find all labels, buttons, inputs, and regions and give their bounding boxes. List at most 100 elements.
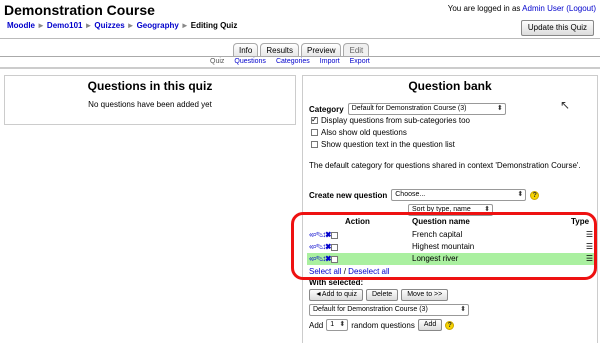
breadcrumb-separator: ►: [126, 21, 135, 30]
select-links: Select all / Deselect all: [309, 267, 390, 276]
tab-bar: Info Results Preview Edit: [233, 43, 371, 57]
subtab-quiz[interactable]: Quiz: [210, 58, 224, 65]
question-text-checkbox[interactable]: [311, 141, 318, 148]
tab-edit[interactable]: Edit: [343, 43, 370, 57]
subcategories-label: Display questions from sub-categories to…: [321, 116, 470, 125]
breadcrumb-separator: ►: [37, 21, 45, 30]
question-actions: «⌕✎↕✖: [309, 230, 339, 240]
question-name: Highest mountain: [412, 242, 475, 251]
option-subcategories[interactable]: Display questions from sub-categories to…: [311, 115, 470, 125]
move-category-value: Default for Demonstration Course (3): [313, 306, 428, 313]
sort-value: Sort by type, name: [412, 206, 471, 213]
bulk-action-buttons: ◄Add to quiz Delete Move to >>: [309, 289, 449, 301]
login-info: You are logged in as Admin User (Logout): [448, 4, 596, 13]
question-select-checkbox[interactable]: [331, 243, 339, 251]
user-link[interactable]: Admin User: [522, 4, 564, 13]
breadcrumb-quizzes[interactable]: Quizzes: [94, 21, 124, 30]
question-name: French capital: [412, 230, 463, 239]
column-type: Type: [571, 217, 590, 226]
option-old-questions[interactable]: Also show old questions: [311, 128, 407, 137]
question-actions: «⌕✎↕✖: [309, 242, 339, 252]
question-type-icon: ☰: [585, 242, 593, 251]
breadcrumb-separator: ►: [84, 21, 93, 30]
breadcrumb: Moodle ► Demo101 ► Quizzes ► Geography ► Editing…: [7, 21, 237, 30]
random-count-value: 1: [330, 321, 335, 328]
add-random-row: Add 1 ⬍ random questions Add ?: [309, 319, 455, 331]
subcategories-checkbox[interactable]: [311, 115, 318, 124]
breadcrumb-separator: ►: [180, 21, 189, 30]
question-row[interactable]: «⌕✎↕✖ Highest mountain ☰: [307, 241, 595, 253]
no-questions-message: No questions have been added yet: [88, 100, 212, 109]
column-question-name: Question name: [412, 217, 470, 226]
breadcrumb-moodle[interactable]: Moodle: [7, 21, 35, 30]
tab-results[interactable]: Results: [260, 43, 300, 57]
mouse-cursor-icon: ↖: [560, 98, 571, 112]
site-title: Demonstration Course: [4, 2, 155, 18]
column-action: Action: [345, 217, 370, 226]
chevron-down-icon: ⬍: [517, 191, 524, 198]
chevron-down-icon: ⬍: [484, 206, 490, 213]
tab-preview[interactable]: Preview: [301, 43, 342, 57]
option-question-text[interactable]: Show question text in the question list: [311, 140, 455, 149]
question-bank-title: Question bank: [408, 79, 492, 93]
question-bank-panel: Question bank Category Default for Demon…: [302, 75, 598, 343]
old-questions-label: Also show old questions: [321, 128, 407, 137]
category-value: Default for Demonstration Course (3): [351, 105, 467, 112]
subtab-categories[interactable]: Categories: [276, 58, 310, 65]
question-text-label: Show question text in the question list: [321, 140, 455, 149]
question-row[interactable]: «⌕✎↕✖ Longest river ☰: [307, 253, 595, 265]
question-actions: «⌕✎↕✖: [309, 254, 339, 264]
select-all-link[interactable]: Select all: [309, 267, 341, 276]
question-action-icons[interactable]: «⌕✎↕✖: [309, 242, 331, 252]
subtab-bar: Quiz Questions Categories Import Export: [210, 58, 370, 65]
move-to-button[interactable]: Move to >>: [401, 289, 449, 301]
question-row[interactable]: «⌕✎↕✖ French capital ☰: [307, 229, 595, 241]
question-name: Longest river: [412, 254, 459, 263]
help-icon[interactable]: ?: [530, 190, 540, 200]
subtab-export[interactable]: Export: [350, 58, 370, 65]
create-question-label: Create new question: [309, 190, 388, 200]
category-label: Category: [309, 104, 344, 114]
help-icon[interactable]: ?: [445, 320, 455, 330]
question-action-icons[interactable]: «⌕✎↕✖: [309, 230, 331, 240]
chevron-down-icon: ⬍: [460, 306, 466, 313]
logout-link[interactable]: (Logout): [566, 4, 596, 13]
category-select[interactable]: Default for Demonstration Course (3) ⬍: [347, 103, 506, 115]
header-divider: [0, 38, 600, 39]
question-select-checkbox[interactable]: [331, 231, 339, 239]
delete-button[interactable]: Delete: [365, 289, 399, 301]
create-question-row: Create new question Choose... ⬍ ?: [309, 189, 540, 201]
subtab-divider: [0, 67, 600, 69]
chevron-down-icon: ⬍: [339, 321, 346, 328]
breadcrumb-quiz[interactable]: Geography: [137, 21, 179, 30]
quiz-questions-title: Questions in this quiz: [87, 79, 213, 93]
category-description: The default category for questions share…: [309, 161, 581, 170]
quiz-questions-panel: Questions in this quiz No questions have…: [4, 75, 296, 125]
with-selected-label: With selected:: [309, 278, 364, 287]
breadcrumb-current: Editing Quiz: [190, 21, 238, 30]
update-quiz-button[interactable]: Update this Quiz: [520, 20, 594, 36]
move-category-select[interactable]: Default for Demonstration Course (3) ⬍: [309, 304, 469, 316]
add-random-button[interactable]: Add: [417, 319, 443, 331]
login-prefix: You are logged in as: [447, 4, 521, 13]
random-questions-label: random questions: [351, 320, 415, 330]
subtab-questions[interactable]: Questions: [234, 58, 266, 65]
chevron-down-icon: ⬍: [496, 105, 503, 112]
old-questions-checkbox[interactable]: [311, 129, 318, 136]
question-type-select[interactable]: Choose... ⬍: [391, 189, 527, 201]
deselect-all-link[interactable]: Deselect all: [348, 267, 389, 276]
sort-select[interactable]: Sort by type, name ⬍: [408, 204, 493, 216]
question-type-icon: ☰: [585, 230, 593, 239]
random-count-select[interactable]: 1 ⬍: [326, 319, 349, 331]
add-label: Add: [309, 320, 324, 330]
tab-divider: [0, 56, 600, 57]
question-type-icon: ☰: [585, 254, 593, 263]
breadcrumb-course[interactable]: Demo101: [47, 21, 83, 30]
add-to-quiz-button[interactable]: ◄Add to quiz: [309, 289, 363, 301]
question-type-value: Choose...: [395, 191, 426, 198]
question-select-checkbox[interactable]: [331, 255, 339, 263]
category-row: Category Default for Demonstration Cours…: [309, 103, 506, 115]
tab-info[interactable]: Info: [233, 43, 259, 57]
question-action-icons[interactable]: «⌕✎↕✖: [309, 254, 331, 264]
subtab-import[interactable]: Import: [320, 58, 340, 65]
